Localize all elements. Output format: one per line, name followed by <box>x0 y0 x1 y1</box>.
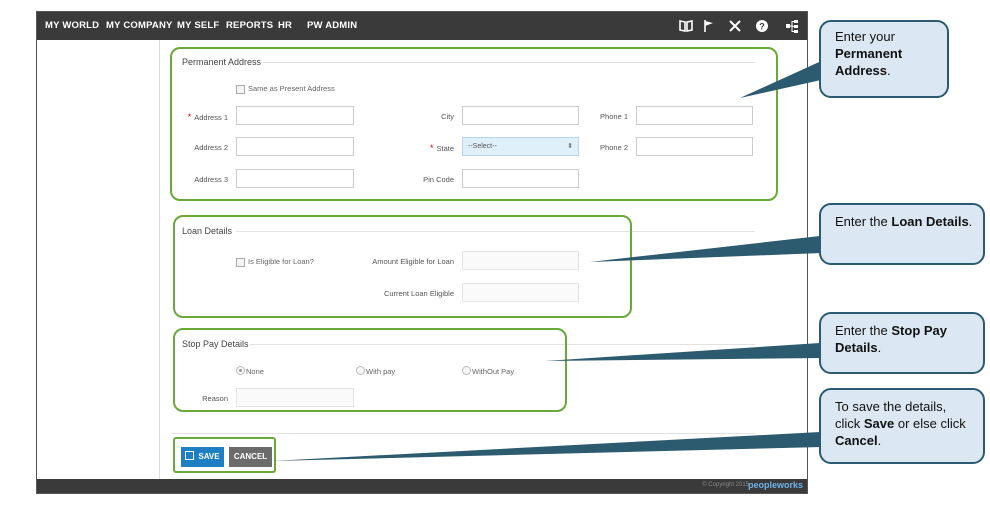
stop-pay-highlight <box>173 328 567 412</box>
nav-reports[interactable]: REPORTS <box>226 12 273 40</box>
nav-pw-admin[interactable]: PW ADMIN <box>307 12 357 40</box>
callout-loan-details: Enter the Loan Details. <box>819 203 985 265</box>
buttons-highlight <box>173 437 276 473</box>
callout-permanent-address: Enter your Permanent Address. <box>819 20 949 98</box>
brand-logo: peopleworks <box>747 480 803 490</box>
footer-bar: © Copyright 2015 peopleworks <box>37 479 807 493</box>
copyright-text: © Copyright 2015 <box>702 482 749 488</box>
loan-details-highlight <box>173 215 632 318</box>
nav-my-self[interactable]: MY SELF <box>177 12 219 40</box>
sitemap-icon[interactable] <box>784 18 800 34</box>
svg-text:?: ? <box>759 22 765 32</box>
flag-icon[interactable] <box>701 18 717 34</box>
help-icon[interactable]: ? <box>754 18 770 34</box>
top-navigation-bar: MY WORLD MY COMPANY MY SELF REPORTS HR P… <box>37 12 807 40</box>
callout-save-cancel: To save the details, click Save or else … <box>819 388 985 464</box>
nav-my-world[interactable]: MY WORLD <box>45 12 99 40</box>
callout-stop-pay: Enter the Stop Pay Details. <box>819 312 985 374</box>
left-panel <box>37 40 160 479</box>
section-divider <box>172 433 755 434</box>
book-icon[interactable] <box>678 18 694 34</box>
nav-hr[interactable]: HR <box>278 12 292 40</box>
permanent-address-highlight <box>170 47 778 201</box>
nav-my-company[interactable]: MY COMPANY <box>106 12 173 40</box>
tools-icon[interactable] <box>727 18 743 34</box>
